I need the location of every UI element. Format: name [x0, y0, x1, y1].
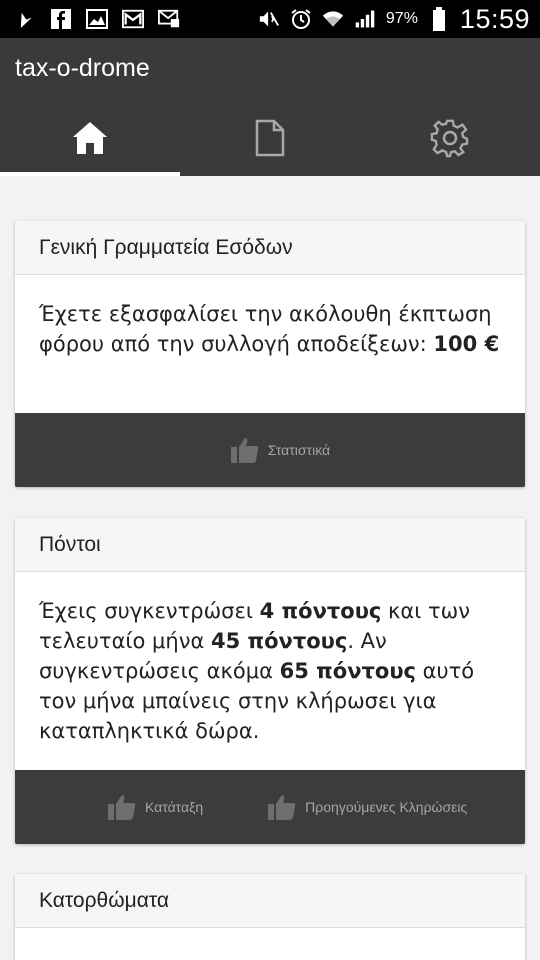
main-content: Γενική Γραμματεία Εσόδων Έχετε εξασφαλίσ…	[0, 176, 540, 960]
mute-icon	[258, 8, 280, 30]
thumbs-up-icon	[268, 795, 296, 820]
wifi-icon	[322, 8, 344, 30]
gear-icon	[430, 119, 469, 158]
gmail-icon	[122, 8, 144, 30]
signal-icon	[354, 8, 376, 30]
app-title: tax-o-drome	[15, 54, 150, 82]
revenue-card-title: Γενική Γραμματεία Εσόδων	[15, 221, 525, 275]
ranking-label: Κατάταξη	[145, 799, 204, 815]
revenue-card: Γενική Γραμματεία Εσόδων Έχετε εξασφαλίσ…	[15, 221, 525, 487]
achievements-card: Κατορθώματα	[15, 874, 525, 960]
gallery-icon	[86, 8, 108, 30]
points-card-title: Πόντοι	[15, 518, 525, 572]
status-bar: 97% 15:59	[0, 0, 540, 38]
tab-home[interactable]	[0, 100, 180, 176]
revenue-amount: 100 €	[433, 332, 500, 356]
points-last-month: 45 πόντους	[210, 629, 348, 653]
thumbs-up-icon	[230, 438, 259, 463]
statistics-button[interactable]: Στατιστικά	[230, 436, 330, 464]
revenue-card-footer: Στατιστικά	[15, 413, 525, 487]
clock: 15:59	[459, 3, 530, 34]
points-needed: 65 πόντους	[279, 659, 416, 683]
navigation-icon	[14, 8, 36, 30]
home-icon	[73, 122, 107, 154]
revenue-text: Έχετε εξασφαλίσει την ακόλουθη έκπτωση φ…	[39, 302, 492, 356]
battery-percentage: 97%	[385, 10, 418, 27]
revenue-card-text: Έχετε εξασφαλίσει την ακόλουθη έκπτωση φ…	[15, 275, 525, 359]
email-icon	[158, 8, 180, 30]
app-bar: tax-o-drome	[0, 38, 540, 176]
thumbs-up-icon	[108, 795, 136, 820]
points-card-footer: Κατάταξη Προηγούμενες Κληρώσεις	[15, 770, 525, 844]
document-icon	[255, 119, 285, 157]
facebook-icon	[50, 8, 72, 30]
battery-icon	[428, 7, 450, 31]
points-text-part: Έχεις συγκεντρώσει	[39, 599, 260, 623]
points-current: 4 πόντους	[259, 599, 382, 623]
statistics-label: Στατιστικά	[267, 442, 331, 458]
alarm-icon	[290, 8, 312, 30]
tab-bar	[0, 100, 540, 176]
points-card: Πόντοι Έχεις συγκεντρώσει 4 πόντους και …	[15, 518, 525, 844]
previous-draws-label: Προηγούμενες Κληρώσεις	[305, 799, 468, 815]
tab-settings[interactable]	[360, 100, 540, 176]
ranking-button[interactable]: Κατάταξη	[107, 793, 203, 821]
tab-documents[interactable]	[180, 100, 360, 176]
previous-draws-button[interactable]: Προηγούμενες Κληρώσεις	[267, 793, 467, 821]
achievements-card-title: Κατορθώματα	[15, 874, 525, 928]
points-card-text: Έχεις συγκεντρώσει 4 πόντους και των τελ…	[15, 572, 525, 746]
